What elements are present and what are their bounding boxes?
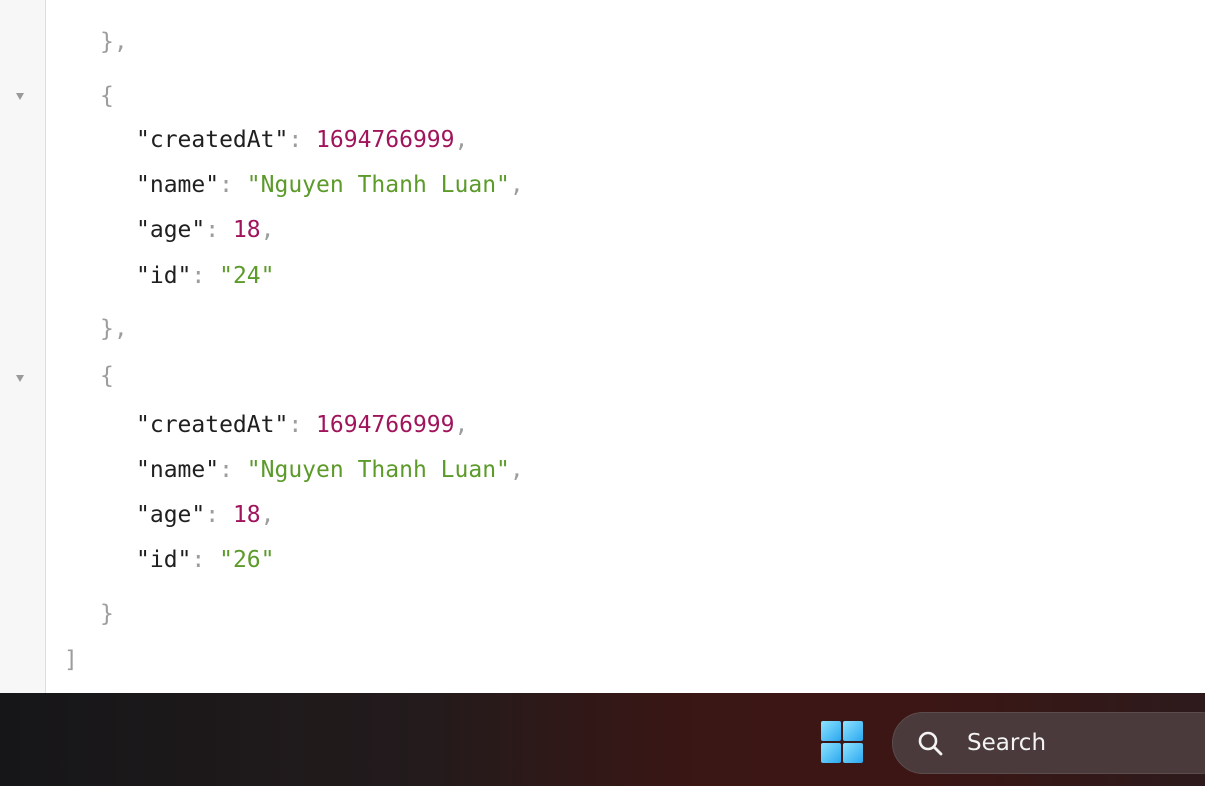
fold-toggle-icon[interactable] [16,375,24,382]
json-line: ] [64,642,78,678]
json-string-value: "24" [219,263,275,289]
object-open-brace: { [100,363,114,389]
json-line: "age": 18, [136,217,275,243]
fold-toggle-icon[interactable] [16,93,24,100]
json-line: "name": "Nguyen Thanh Luan", [136,457,524,483]
json-line: "createdAt": 1694766999, [136,412,469,438]
json-line: }, [100,24,128,60]
json-key: "id" [136,263,192,289]
taskbar-search-box[interactable]: Search [892,712,1205,774]
json-number-value: 18 [232,502,261,528]
json-string-value: "Nguyen Thanh Luan" [246,172,510,198]
json-string-value: "26" [219,547,275,573]
json-line: "id": "26" [136,547,275,573]
json-key: "name" [136,172,220,198]
json-viewer: }, { "createdAt": 1694766999, "name": "N… [0,0,1205,693]
object-open-brace: { [100,83,114,109]
json-line: { [100,358,114,394]
object-close-brace: }, [100,29,128,55]
json-line: }, [100,311,128,347]
json-number-value: 18 [232,217,261,243]
json-line: } [100,596,114,632]
json-line: { [100,78,114,114]
json-code: }, { "createdAt": 1694766999, "name": "N… [0,0,1205,693]
windows-taskbar: Search [0,693,1205,786]
json-number-value: 1694766999 [316,127,455,153]
json-number-value: 1694766999 [316,412,455,438]
json-string-value: "Nguyen Thanh Luan" [246,457,510,483]
json-key: "age" [136,502,206,528]
json-line: "id": "24" [136,263,275,289]
object-close-brace: }, [100,316,128,342]
json-key: "createdAt" [136,412,289,438]
json-key: "createdAt" [136,127,289,153]
object-close-brace: } [100,601,114,627]
search-icon [918,731,943,756]
json-key: "id" [136,547,192,573]
json-line: "name": "Nguyen Thanh Luan", [136,172,524,198]
windows-start-icon[interactable] [821,721,865,765]
json-key: "name" [136,457,220,483]
json-key: "age" [136,217,206,243]
json-line: "age": 18, [136,502,275,528]
json-line: "createdAt": 1694766999, [136,127,469,153]
search-label: Search [967,730,1047,756]
array-close-bracket: ] [64,647,78,673]
